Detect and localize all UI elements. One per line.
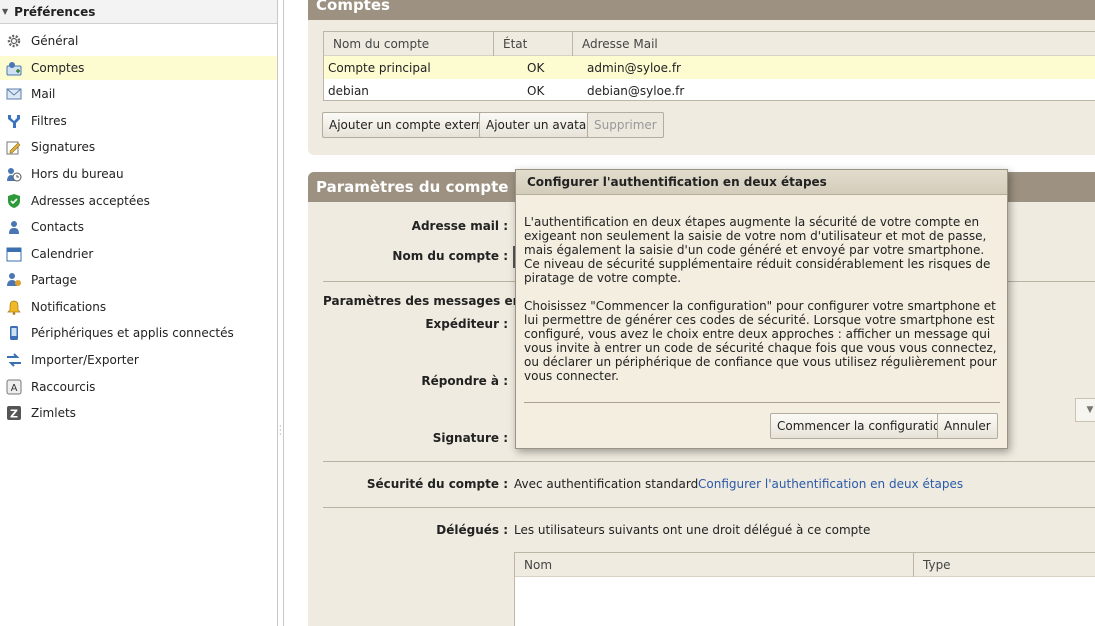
bell-icon [6,299,22,315]
sidebar-item-contacts[interactable]: Contacts [0,215,277,239]
table-header: Nom du compte État Adresse Mail [324,31,1095,56]
gear-icon [6,33,22,49]
sidebar-item-calendar[interactable]: Calendrier [0,242,277,266]
column-header-state[interactable]: État [494,31,573,56]
collapse-triangle-icon[interactable]: ▼ [2,7,8,16]
cell-state: OK [527,83,545,98]
sidebar-item-general[interactable]: Général [0,29,277,53]
svg-text:A: A [11,383,18,394]
dialog-paragraph-instructions: Choisissez "Commencer la configuration" … [524,299,997,383]
delegates-label: Délégués : [436,523,508,537]
configure-two-step-link[interactable]: Configurer l'authentification en deux ét… [698,477,963,491]
sidebar-item-label: Mail [31,87,56,101]
table-header: Nom Type [515,552,1095,577]
delegates-description: Les utilisateurs suivants ont une droit … [514,523,871,537]
sidebar-item-label: Signatures [31,140,96,154]
two-step-auth-dialog: Configurer l'authentification en deux ét… [515,169,1008,449]
email-label: Adresse mail : [411,219,508,233]
sent-messages-section-title: Paramètres des messages envoyé [323,294,515,308]
sidebar-item-label: Hors du bureau [31,167,124,181]
sidebar-item-devices[interactable]: Périphériques et applis connectés [0,321,277,345]
sidebar-item-label: Notifications [31,300,107,314]
table-row[interactable]: debian OK debian@syloe.fr [324,79,1095,102]
dialog-divider [524,402,1000,403]
sidebar-item-label: Général [31,34,79,48]
zimlet-icon: Z [6,405,22,421]
svg-text:Z: Z [10,408,18,421]
panel-splitter[interactable]: · · · [278,0,284,626]
divider [323,507,1095,508]
sidebar-item-label: Adresses acceptées [31,194,150,208]
sidebar-item-notifications[interactable]: Notifications [0,295,277,319]
sidebar-item-label: Importer/Exporter [31,353,139,367]
cell-state: OK [527,60,545,75]
dialog-title[interactable]: Configurer l'authentification en deux ét… [516,170,1007,195]
account-security-label: Sécurité du compte : [366,477,508,491]
cell-email: debian@syloe.fr [587,83,685,98]
dialog-body: L'authentification en deux étapes augmen… [524,215,1002,397]
sidebar-item-accounts[interactable]: Comptes [0,56,277,80]
sidebar-item-label: Contacts [31,220,84,234]
device-icon [6,325,22,341]
sidebar-item-label: Calendrier [31,247,94,261]
sidebar-title: Préférences [14,4,96,19]
divider [323,461,1095,462]
sidebar-item-label: Zimlets [31,406,76,420]
sidebar-item-label: Comptes [31,61,85,75]
splitter-grip[interactable]: · · · [279,423,282,439]
sidebar-item-import-export[interactable]: Importer/Exporter [0,348,277,372]
sidebar-item-sharing[interactable]: Partage [0,268,277,292]
column-header-account-name[interactable]: Nom du compte [324,31,494,56]
sidebar-item-label: Partage [31,273,78,287]
sidebar-item-accepted-addresses[interactable]: Adresses acceptées [0,189,277,213]
accounts-table: Nom du compte État Adresse Mail Compte p… [323,31,1095,101]
sender-label: Expéditeur : [425,317,508,331]
column-header-name[interactable]: Nom [515,552,914,577]
chevron-down-icon[interactable]: ▼ [1075,398,1095,422]
reply-to-label: Répondre à : [421,374,508,388]
account-security-value: Avec authentification standard [514,477,699,491]
sidebar-item-label: Raccourcis [31,380,96,394]
sidebar-item-zimlets[interactable]: Z Zimlets [0,401,277,425]
add-avatar-button[interactable]: Ajouter un avatar [479,112,599,138]
shield-check-icon [6,193,22,209]
sidebar-item-label: Périphériques et applis connectés [31,326,234,340]
signature-label: Signature : [432,431,508,445]
sidebar-item-shortcuts[interactable]: A Raccourcis [0,375,277,399]
cell-email: admin@syloe.fr [587,60,681,75]
share-icon [6,272,22,288]
sidebar-item-out-of-office[interactable]: Hors du bureau [0,162,277,186]
account-name-label: Nom du compte : [392,249,508,263]
column-header-type[interactable]: Type [914,553,951,577]
accounts-icon [6,60,22,76]
sidebar-header[interactable]: ▼ Préférences [0,0,277,24]
cell-account-name: Compte principal [328,60,431,75]
delete-button[interactable]: Supprimer [587,112,664,138]
calendar-icon [6,246,22,262]
cell-account-name: debian [328,83,369,98]
start-configuration-button[interactable]: Commencer la configuration [770,413,955,439]
sidebar-item-filters[interactable]: Filtres [0,109,277,133]
cancel-button[interactable]: Annuler [937,413,998,439]
out-of-office-icon [6,166,22,182]
add-external-account-button[interactable]: Ajouter un compte externe [322,112,498,138]
dialog-paragraph-intro: L'authentification en deux étapes augmen… [524,215,991,285]
import-export-icon [6,352,22,368]
column-header-email[interactable]: Adresse Mail [573,32,658,56]
accounts-panel-title: Comptes [308,0,1095,20]
sidebar-item-label: Filtres [31,114,67,128]
keyboard-icon: A [6,379,22,395]
table-row[interactable]: Compte principal OK admin@syloe.fr [324,56,1095,79]
sidebar-item-mail[interactable]: Mail [0,82,277,106]
preferences-sidebar: ▼ Préférences Général Comptes Mail Filtr… [0,0,278,626]
contact-icon [6,219,22,235]
filter-icon [6,113,22,129]
mail-icon [6,86,22,102]
sidebar-item-signatures[interactable]: Signatures [0,135,277,159]
delegates-table: Nom Type [514,552,1095,626]
signature-icon [6,139,22,155]
